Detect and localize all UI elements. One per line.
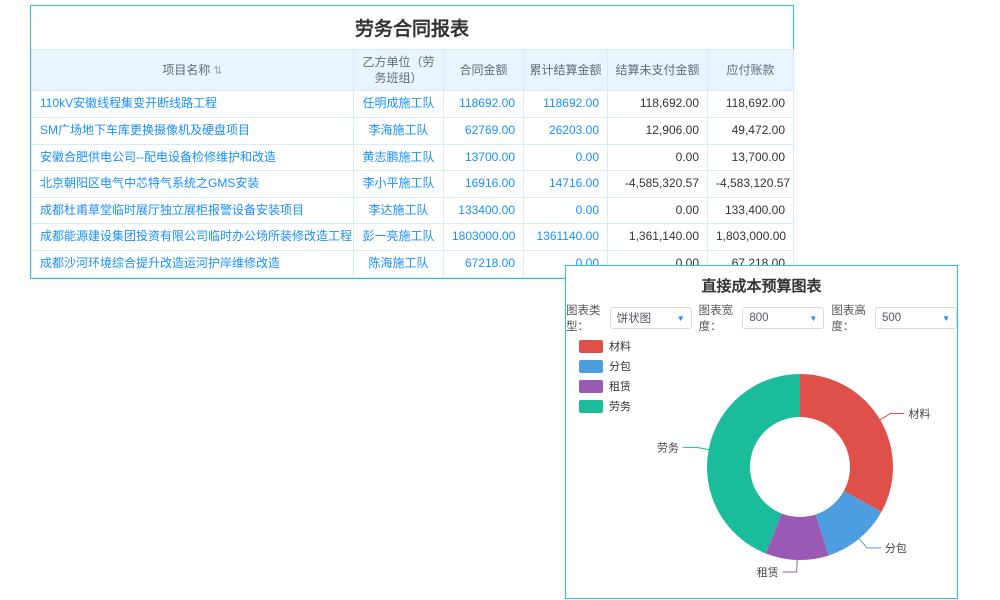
team-link[interactable]: 彭一亮施工队	[354, 224, 444, 251]
project-name-link[interactable]: 北京朝阳区电气中芯特气系统之GMS安装	[32, 171, 354, 198]
payable-amount: 13,700.00	[708, 144, 794, 171]
col-header-unpaid-amount: 结算未支付金额	[608, 50, 708, 91]
team-link[interactable]: 李达施工队	[354, 197, 444, 224]
team-link[interactable]: 陈海施工队	[354, 250, 444, 277]
table-header-row: 项目名称⇅ 乙方单位（劳务班组） 合同金额 累计结算金额 结算未支付金额 应付账…	[32, 50, 794, 91]
contract-amount: 133400.00	[444, 197, 524, 224]
col-header-project-name[interactable]: 项目名称⇅	[32, 50, 354, 91]
project-name-link[interactable]: SM广场地下车库更换摄像机及硬盘项目	[32, 117, 354, 144]
contract-amount: 118692.00	[444, 91, 524, 118]
col-header-payable: 应付账款	[708, 50, 794, 91]
project-name-link[interactable]: 成都杜甫草堂临时展厅独立展柜报警设备安装项目	[32, 197, 354, 224]
table-row: SM广场地下车库更换摄像机及硬盘项目 李海施工队 62769.00 26203.…	[32, 117, 794, 144]
table-row: 110kV安徽线程集变开断线路工程 任明成施工队 118692.00 11869…	[32, 91, 794, 118]
unpaid-amount: -4,585,320.57	[608, 171, 708, 198]
sort-icon[interactable]: ⇅	[213, 65, 222, 77]
col-header-settled-amount: 累计结算金额	[524, 50, 608, 91]
slice-label-labor: 劳务	[657, 441, 679, 454]
unpaid-amount: 12,906.00	[608, 117, 708, 144]
table-row: 成都杜甫草堂临时展厅独立展柜报警设备安装项目 李达施工队 133400.00 0…	[32, 197, 794, 224]
chart-title: 直接成本预算图表	[566, 266, 957, 302]
contract-amount: 67218.00	[444, 250, 524, 277]
report-title: 劳务合同报表	[31, 6, 793, 49]
table-row: 北京朝阳区电气中芯特气系统之GMS安装 李小平施工队 16916.00 1471…	[32, 171, 794, 198]
payable-amount: 133,400.00	[708, 197, 794, 224]
direct-cost-chart-panel: 直接成本预算图表 图表类型： 饼状图 ▼ 图表宽度： 800 ▼ 图表高度： 5…	[565, 265, 958, 599]
table-row: 安徽合肥供电公司--配电设备检修维护和改造 黄志鹏施工队 13700.00 0.…	[32, 144, 794, 171]
payable-amount: -4,583,120.57	[708, 171, 794, 198]
slice-label-subcontract: 分包	[885, 542, 907, 555]
unpaid-amount: 118,692.00	[608, 91, 708, 118]
unpaid-amount: 0.00	[608, 197, 708, 224]
chart-type-select[interactable]: 饼状图 ▼	[610, 307, 692, 329]
label-line-subcontract	[859, 539, 881, 548]
contract-amount: 62769.00	[444, 117, 524, 144]
team-link[interactable]: 任明成施工队	[354, 91, 444, 118]
col-header-contract-amount: 合同金额	[444, 50, 524, 91]
project-name-link[interactable]: 110kV安徽线程集变开断线路工程	[32, 91, 354, 118]
settled-amount: 118692.00	[524, 91, 608, 118]
label-line-material	[880, 414, 904, 420]
col-header-team: 乙方单位（劳务班组）	[354, 50, 444, 91]
project-name-link[interactable]: 成都能源建设集团投资有限公司临时办公场所装修改造工程EPC	[32, 224, 354, 251]
contract-amount: 16916.00	[444, 171, 524, 198]
report-table: 项目名称⇅ 乙方单位（劳务班组） 合同金额 累计结算金额 结算未支付金额 应付账…	[31, 49, 794, 278]
donut-chart: 材料分包租赁 劳务	[566, 328, 955, 596]
settled-amount: 1361140.00	[524, 224, 608, 251]
chart-type-value: 饼状图	[617, 310, 652, 326]
table-row: 成都能源建设集团投资有限公司临时办公场所装修改造工程EPC 彭一亮施工队 180…	[32, 224, 794, 251]
contract-amount: 1803000.00	[444, 224, 524, 251]
team-link[interactable]: 李小平施工队	[354, 171, 444, 198]
contract-amount: 13700.00	[444, 144, 524, 171]
chart-height-value: 500	[882, 312, 901, 324]
slice-label-material: 材料	[908, 407, 930, 421]
team-link[interactable]: 李海施工队	[354, 117, 444, 144]
col-header-project-name-label: 项目名称	[162, 63, 210, 77]
chevron-down-icon: ▼	[942, 314, 950, 323]
chart-height-select[interactable]: 500 ▼	[875, 307, 957, 329]
slice-label-rental: 租赁	[757, 565, 779, 579]
project-name-link[interactable]: 安徽合肥供电公司--配电设备检修维护和改造	[32, 144, 354, 171]
unpaid-amount: 0.00	[608, 144, 708, 171]
project-name-link[interactable]: 成都沙河环境综合提升改造运河护岸维修改造	[32, 250, 354, 277]
label-line-rental	[783, 560, 797, 572]
settled-amount: 14716.00	[524, 171, 608, 198]
chevron-down-icon: ▼	[809, 314, 817, 323]
settled-amount: 26203.00	[524, 117, 608, 144]
donut-hole	[750, 417, 850, 517]
chart-width-value: 800	[749, 312, 768, 324]
payable-amount: 1,803,000.00	[708, 224, 794, 251]
unpaid-amount: 1,361,140.00	[608, 224, 708, 251]
chart-width-select[interactable]: 800 ▼	[742, 307, 824, 329]
labor-contract-report-panel: 劳务合同报表 项目名称⇅ 乙方单位（劳务班组） 合同金额 累计结算金额 结算未支…	[30, 5, 794, 279]
settled-amount: 0.00	[524, 197, 608, 224]
chevron-down-icon: ▼	[677, 314, 685, 323]
label-line-labor	[683, 447, 709, 449]
payable-amount: 49,472.00	[708, 117, 794, 144]
team-link[interactable]: 黄志鹏施工队	[354, 144, 444, 171]
settled-amount: 0.00	[524, 144, 608, 171]
payable-amount: 118,692.00	[708, 91, 794, 118]
